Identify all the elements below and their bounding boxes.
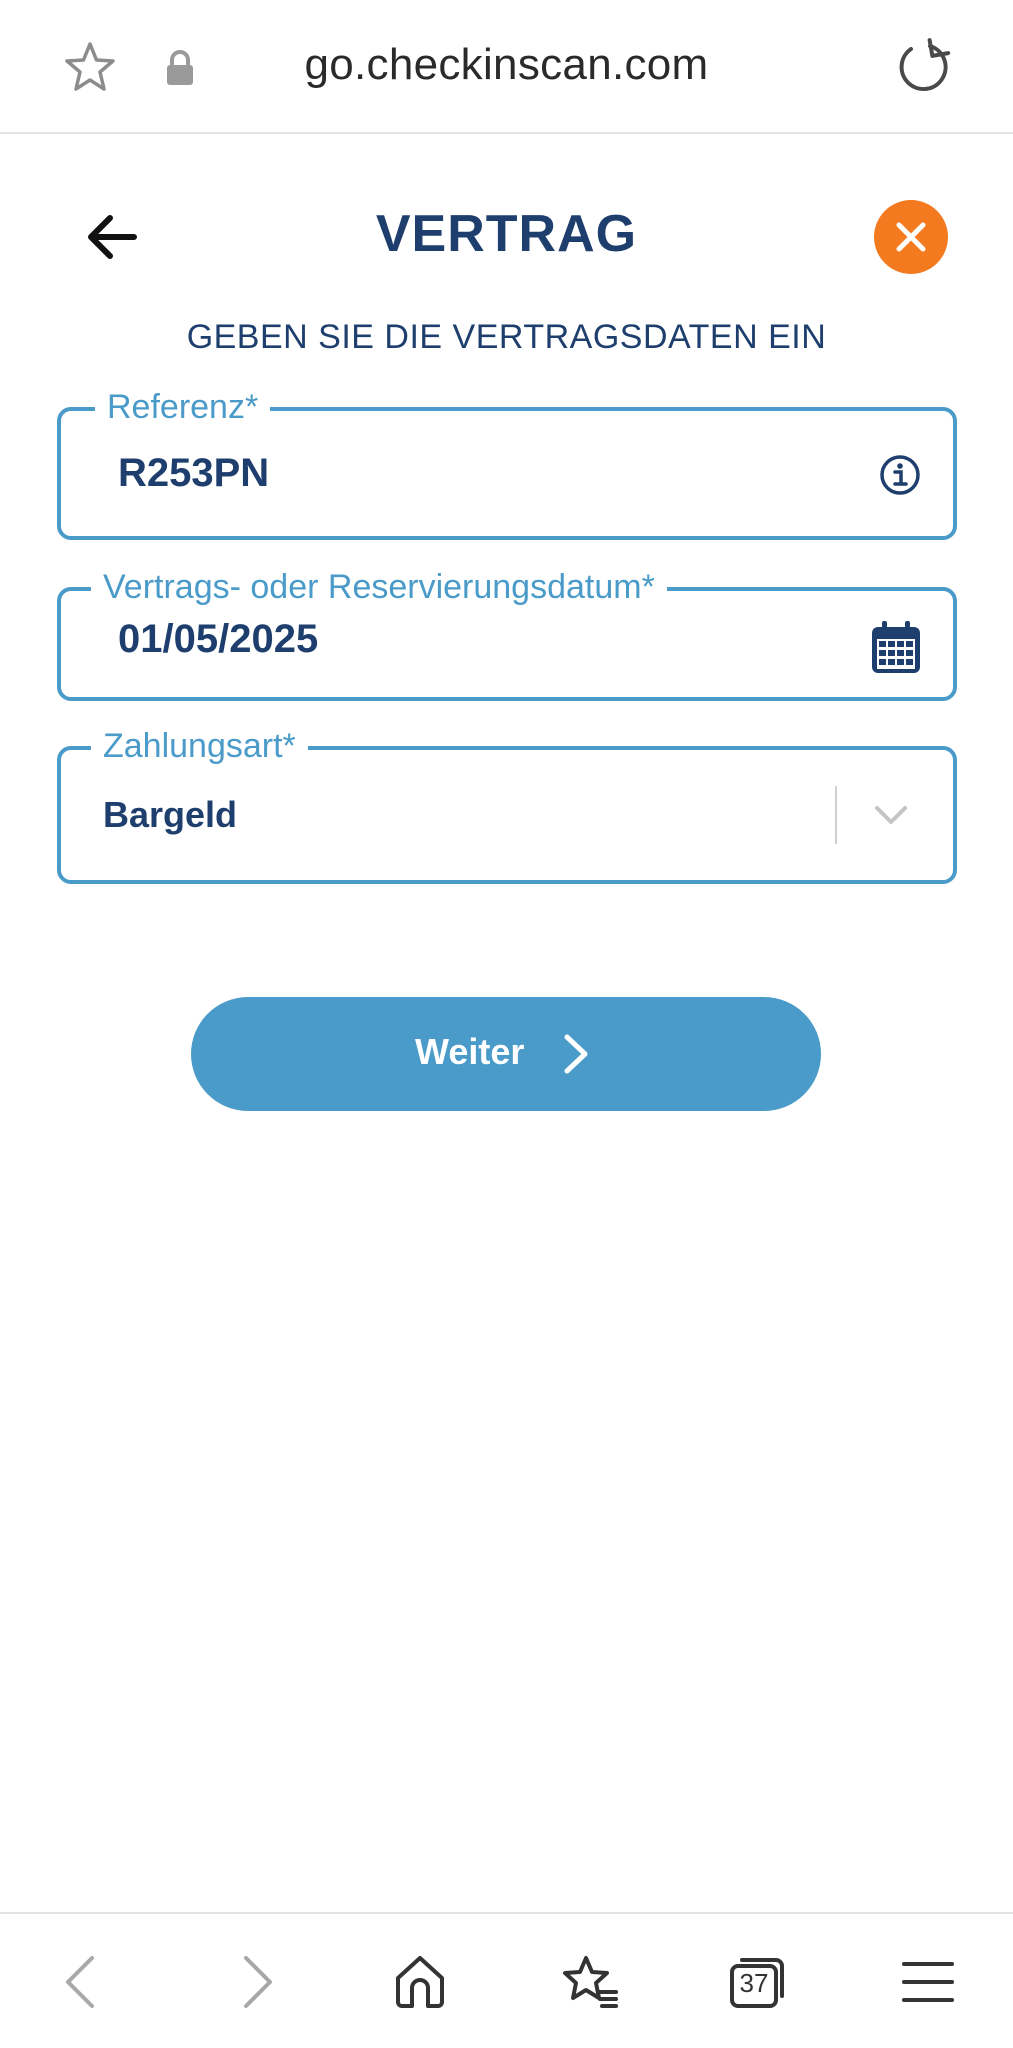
contract-date-label: Vertrags- oder Reservierungsdatum* (91, 565, 667, 609)
reference-value[interactable]: R253PN (118, 451, 269, 496)
payment-type-value[interactable]: Bargeld (103, 794, 237, 836)
url-text[interactable]: go.checkinscan.com (0, 40, 1013, 90)
browser-forward-icon[interactable] (226, 1952, 286, 2012)
payment-type-label: Zahlungsart* (91, 724, 308, 768)
favorites-icon[interactable] (560, 1952, 620, 2012)
close-icon (896, 222, 926, 252)
contract-date-field[interactable]: Vertrags- oder Reservierungsdatum* 01/05… (57, 565, 957, 701)
close-button[interactable] (874, 200, 948, 274)
payment-type-select[interactable]: Zahlungsart* Bargeld (57, 724, 957, 884)
browser-address-bar: go.checkinscan.com (0, 0, 1013, 134)
tabs-count: 37 (739, 1968, 769, 1998)
contract-date-value[interactable]: 01/05/2025 (118, 617, 318, 662)
home-icon[interactable] (390, 1952, 450, 2012)
chevron-down-icon[interactable] (873, 800, 909, 830)
calendar-icon[interactable] (870, 619, 922, 675)
tabs-button[interactable]: 37 (728, 1952, 788, 2012)
continue-button[interactable]: Weiter (191, 997, 821, 1111)
form-instructions: GEBEN SIE DIE VERTRAGSDATEN EIN (186, 318, 827, 356)
chevron-right-icon (564, 1034, 588, 1074)
page-title: VERTRAG (375, 205, 638, 263)
select-divider (835, 786, 837, 844)
browser-bottom-nav: 37 (0, 1912, 1013, 2048)
continue-label: Weiter (415, 1031, 525, 1072)
browser-back-icon[interactable] (52, 1952, 112, 2012)
reload-icon[interactable] (894, 38, 952, 96)
reference-field[interactable]: Referenz* R253PN (57, 385, 957, 540)
info-icon[interactable] (879, 454, 921, 496)
reference-label: Referenz* (95, 385, 271, 429)
menu-icon[interactable] (898, 1952, 958, 2012)
